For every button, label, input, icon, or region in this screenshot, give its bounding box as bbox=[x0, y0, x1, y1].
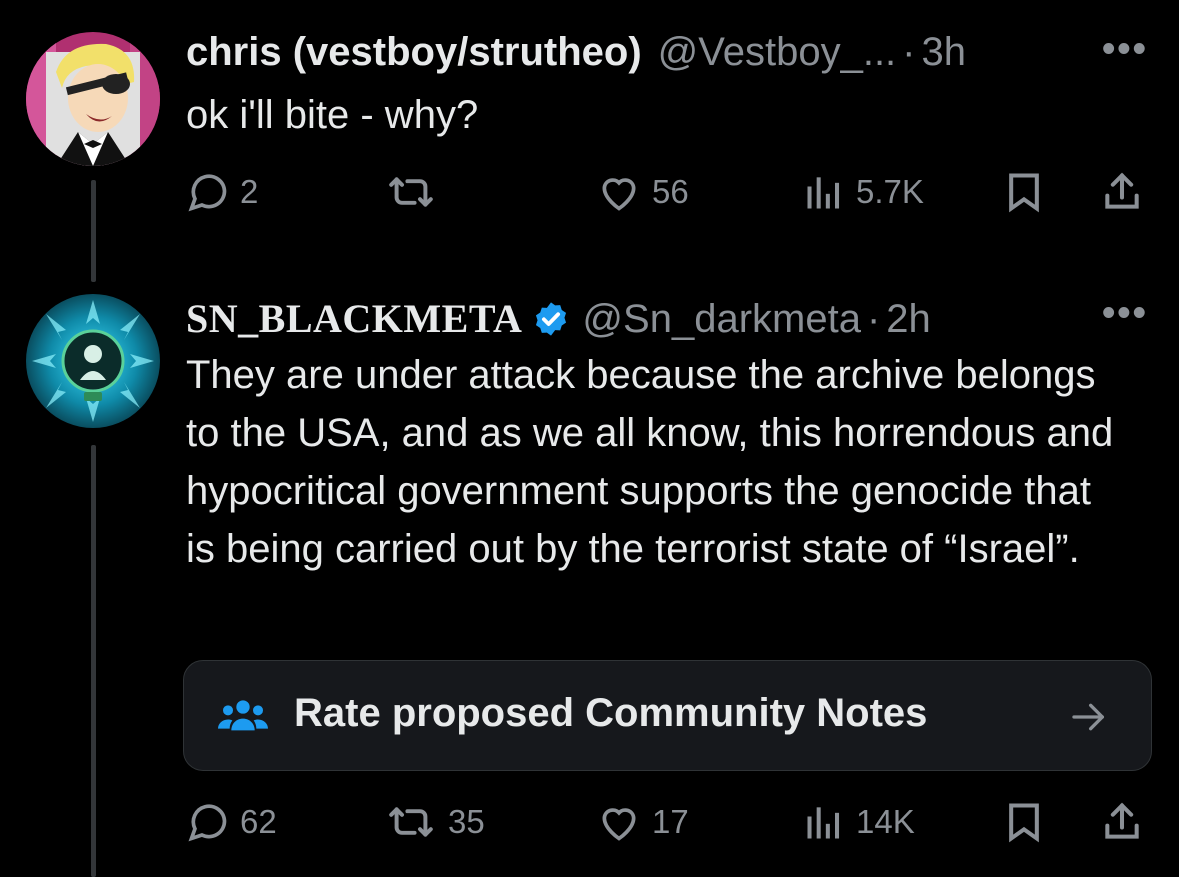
share-button[interactable] bbox=[1100, 168, 1144, 216]
user-handle[interactable]: @Sn_darkmeta bbox=[582, 297, 861, 342]
repost-button[interactable] bbox=[384, 168, 448, 216]
reply-count: 62 bbox=[240, 803, 277, 840]
tweet-text: ok i'll bite - why? bbox=[186, 93, 479, 137]
share-icon bbox=[1105, 172, 1139, 209]
bookmark-button[interactable] bbox=[1002, 798, 1046, 846]
like-count: 17 bbox=[652, 803, 689, 840]
like-button[interactable]: 56 bbox=[596, 168, 689, 216]
display-name[interactable]: SN_BLACKMETA bbox=[186, 295, 522, 342]
tweet-header: chris (vestboy/strutheo) @Vestboy_... · … bbox=[186, 30, 966, 75]
separator: · bbox=[902, 30, 916, 74]
display-name[interactable]: chris (vestboy/strutheo) bbox=[186, 30, 642, 75]
views-count: 5.7K bbox=[856, 173, 924, 210]
views-icon bbox=[807, 807, 840, 839]
action-bar: 2 56 5.7K bbox=[186, 168, 1151, 216]
reply-button[interactable]: 2 bbox=[186, 168, 258, 216]
more-options-icon[interactable]: ••• bbox=[1102, 292, 1148, 335]
separator: · bbox=[866, 297, 881, 341]
timestamp[interactable]: 3h bbox=[922, 30, 967, 75]
heart-icon bbox=[602, 178, 636, 211]
emblem-avatar-icon bbox=[26, 294, 160, 428]
views-count: 14K bbox=[856, 803, 915, 840]
repost-icon bbox=[389, 807, 433, 837]
repost-button[interactable]: 35 bbox=[384, 798, 485, 846]
views-button[interactable]: 14K bbox=[802, 798, 915, 846]
cartoon-avatar-icon bbox=[26, 32, 160, 166]
like-count: 56 bbox=[652, 173, 689, 210]
community-notes-label: Rate proposed Community Notes bbox=[294, 691, 928, 735]
bookmark-icon bbox=[1009, 173, 1039, 213]
user-handle[interactable]: @Vestboy_... bbox=[658, 30, 897, 75]
verified-badge-icon bbox=[532, 300, 570, 348]
reply-icon bbox=[188, 804, 227, 842]
share-button[interactable] bbox=[1100, 798, 1144, 846]
repost-icon bbox=[389, 177, 433, 207]
arrow-right-icon bbox=[1072, 703, 1104, 731]
reply-icon bbox=[188, 174, 227, 212]
thread-line-lower bbox=[91, 445, 96, 877]
avatar[interactable] bbox=[26, 294, 160, 428]
avatar[interactable] bbox=[26, 32, 160, 166]
share-icon bbox=[1105, 802, 1139, 839]
bookmark-button[interactable] bbox=[1002, 168, 1046, 216]
community-notes-card[interactable]: Rate proposed Community Notes bbox=[183, 660, 1152, 771]
like-button[interactable]: 17 bbox=[596, 798, 689, 846]
reply-button[interactable]: 62 bbox=[186, 798, 277, 846]
views-button[interactable]: 5.7K bbox=[802, 168, 924, 216]
people-icon bbox=[218, 700, 268, 731]
tweet-header: SN_BLACKMETA @Sn_darkmeta · 2h bbox=[186, 294, 931, 342]
thread-line-upper bbox=[91, 180, 96, 282]
action-bar: 62 35 17 14K bbox=[186, 798, 1151, 846]
views-icon bbox=[807, 177, 840, 209]
more-options-icon[interactable]: ••• bbox=[1102, 28, 1148, 71]
repost-count: 35 bbox=[448, 803, 485, 840]
timestamp[interactable]: 2h bbox=[886, 297, 931, 342]
tweet-text: They are under attack because the archiv… bbox=[186, 353, 1114, 571]
bookmark-icon bbox=[1009, 803, 1039, 843]
reply-count: 2 bbox=[240, 173, 259, 210]
heart-icon bbox=[602, 808, 636, 841]
